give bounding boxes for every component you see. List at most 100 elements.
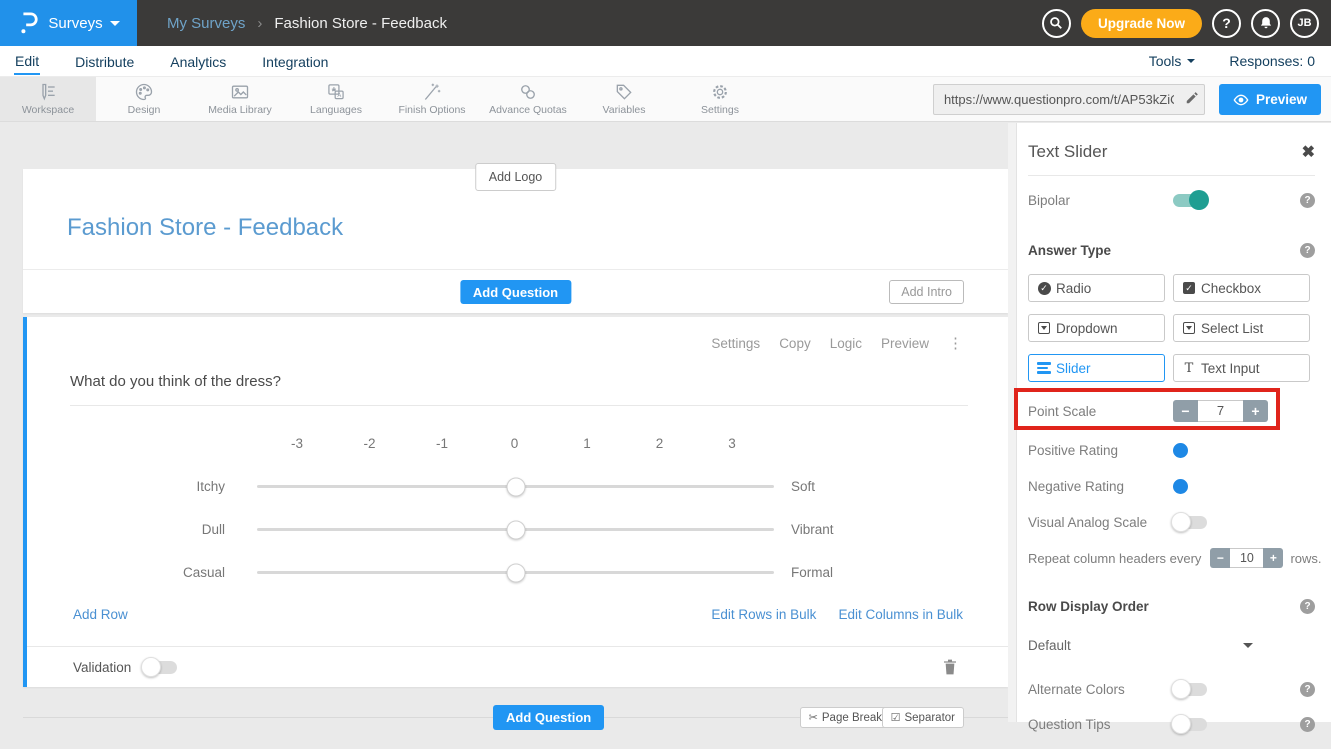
close-icon[interactable]: ✖ [1302,142,1315,162]
responses-count[interactable]: Responses: 0 [1229,53,1315,69]
toolbar-item-languages[interactable]: A Languages [288,77,384,121]
answer-type-dropdown[interactable]: Dropdown [1028,314,1165,342]
search-icon [1049,16,1063,30]
alternate-colors-toggle[interactable] [1173,683,1207,696]
toolbar-item-finish-options[interactable]: Finish Options [384,77,480,121]
select-list-icon [1183,322,1195,334]
visual-analog-scale-toggle[interactable] [1173,516,1207,529]
magic-wand-icon [422,82,442,102]
minus-button[interactable]: − [1210,548,1230,568]
repeat-headers-value[interactable]: 10 [1230,548,1263,568]
add-intro-button[interactable]: Add Intro [889,280,964,304]
scrollbar[interactable] [1008,123,1016,722]
separator-button[interactable]: ☑ Separator [882,707,964,728]
breadcrumb-my-surveys[interactable]: My Surveys [167,15,245,32]
toolbar-item-advance-quotas[interactable]: Advance Quotas [480,77,576,121]
nav-tabs: Edit Distribute Analytics Integration To… [0,46,1331,77]
question-text[interactable]: What do you think of the dress? [27,351,1008,390]
negative-rating-color-swatch[interactable] [1173,479,1188,494]
survey-header-card: Add Logo Fashion Store - Feedback Add Qu… [23,169,1008,313]
help-icon[interactable]: ? [1300,717,1315,732]
toolbar-item-variables[interactable]: Variables [576,77,672,121]
tab-edit[interactable]: Edit [14,48,40,75]
scale-tick: -2 [360,436,380,451]
toolbar-item-settings[interactable]: Settings [672,77,768,121]
point-scale-value[interactable]: 7 [1198,400,1243,422]
answer-type-label: Dropdown [1056,321,1118,336]
user-avatar[interactable]: JB [1290,9,1319,38]
minus-button[interactable]: − [1173,400,1198,422]
tab-analytics[interactable]: Analytics [169,49,227,74]
slider-track[interactable] [257,485,774,488]
questionpro-logo-icon [17,11,39,35]
validation-toggle[interactable] [143,661,177,674]
plus-button[interactable]: + [1243,400,1268,422]
answer-type-slider[interactable]: Slider [1028,354,1165,382]
add-row-link[interactable]: Add Row [73,607,128,622]
edit-columns-bulk-link[interactable]: Edit Columns in Bulk [838,607,963,622]
help-button[interactable]: ? [1212,9,1241,38]
tab-integration[interactable]: Integration [261,49,329,74]
row-left-label: Dull [57,522,257,537]
help-icon[interactable]: ? [1300,243,1315,258]
scale-tick: -1 [432,436,452,451]
upgrade-now-button[interactable]: Upgrade Now [1081,9,1202,38]
answer-type-checkbox[interactable]: ✓ Checkbox [1173,274,1310,302]
positive-rating-color-swatch[interactable] [1173,443,1188,458]
toolbar-item-design[interactable]: Design [96,77,192,121]
trash-icon[interactable] [942,658,958,676]
preview-button[interactable]: Preview [1219,84,1321,115]
row-display-order-select[interactable]: Default [1028,638,1253,653]
answer-type-radio[interactable]: ✓ Radio [1028,274,1165,302]
scale-tick: 0 [505,436,525,451]
survey-url-input[interactable] [933,84,1205,115]
toolbar-item-workspace[interactable]: Workspace [0,77,96,121]
slider-track[interactable] [257,571,774,574]
answer-type-select-list[interactable]: Select List [1173,314,1310,342]
chevron-down-icon [1243,643,1253,648]
slider-row: Casual Formal [57,565,1008,580]
tab-distribute[interactable]: Distribute [74,49,135,74]
slider-handle[interactable] [506,520,525,539]
bell-icon [1259,16,1273,30]
help-icon[interactable]: ? [1300,193,1315,208]
question-menu: Settings Copy Logic Preview ⋮ [27,317,1008,351]
plus-button[interactable]: + [1263,548,1283,568]
question-copy-button[interactable]: Copy [779,336,811,351]
add-question-button-top[interactable]: Add Question [460,280,571,304]
tools-dropdown[interactable]: Tools [1149,53,1196,69]
question-tips-toggle[interactable] [1173,718,1207,731]
question-preview-button[interactable]: Preview [881,336,929,351]
add-question-button-bottom[interactable]: Add Question [493,705,604,730]
search-button[interactable] [1042,9,1071,38]
help-icon[interactable]: ? [1300,599,1315,614]
point-scale-label: Point Scale [1028,404,1173,419]
toolbar-item-media-library[interactable]: Media Library [192,77,288,121]
row-right-label: Soft [774,479,1008,494]
question-settings-button[interactable]: Settings [711,336,760,351]
slider-row: Dull Vibrant [57,522,1008,537]
row-display-order-label: Row Display Order [1028,599,1300,614]
bipolar-toggle[interactable] [1173,194,1207,207]
page-break-button[interactable]: ✂ Page Break [800,707,891,728]
kebab-menu-icon[interactable]: ⋮ [948,339,958,348]
notifications-button[interactable] [1251,9,1280,38]
row-left-label: Itchy [57,479,257,494]
slider-handle[interactable] [506,477,525,496]
edit-rows-bulk-link[interactable]: Edit Rows in Bulk [711,607,816,622]
edit-url-button[interactable] [1185,91,1199,110]
question-mark-icon: ? [1222,15,1231,31]
add-logo-button[interactable]: Add Logo [475,163,557,191]
gear-icon [710,82,730,102]
help-icon[interactable]: ? [1300,682,1315,697]
toolbar-item-label: Finish Options [398,104,465,116]
point-scale-row: Point Scale − 7 + [1028,396,1315,426]
slider-track[interactable] [257,528,774,531]
answer-type-label: Slider [1056,361,1091,376]
slider-handle[interactable] [506,563,525,582]
app-menu[interactable]: Surveys [0,0,137,46]
design-palette-icon [134,82,154,102]
question-logic-button[interactable]: Logic [830,336,862,351]
tag-icon [614,82,634,102]
answer-type-text-input[interactable]: T Text Input [1173,354,1310,382]
